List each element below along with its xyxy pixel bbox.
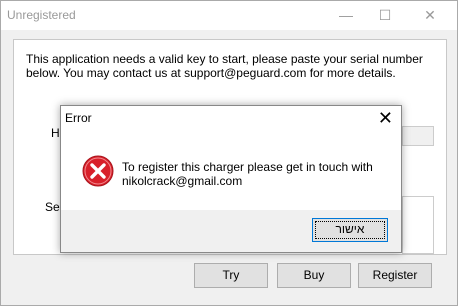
- title-bar[interactable]: Unregistered — ☐ ✕: [1, 1, 457, 30]
- register-button[interactable]: Register: [358, 263, 432, 288]
- serial-input[interactable]: [402, 196, 434, 254]
- try-button[interactable]: Try: [194, 263, 268, 288]
- hardware-id-field[interactable]: [402, 126, 434, 146]
- dialog-close-icon[interactable]: ✕: [378, 107, 393, 129]
- dialog-title: Error: [65, 111, 92, 125]
- maximize-icon[interactable]: ☐: [370, 5, 400, 25]
- close-icon[interactable]: ✕: [415, 5, 445, 25]
- dialog-body: To register this charger please get in t…: [61, 130, 401, 210]
- dialog-footer: אישור: [61, 210, 401, 252]
- buy-button[interactable]: Buy: [277, 263, 351, 288]
- instructions-text: This application needs a valid key to st…: [26, 52, 423, 80]
- error-icon: [82, 155, 114, 187]
- dialog-message: To register this charger please get in t…: [122, 160, 373, 188]
- minimize-icon[interactable]: —: [331, 5, 361, 25]
- ok-button[interactable]: אישור: [312, 218, 388, 242]
- ok-button-label: אישור: [335, 222, 365, 236]
- error-dialog: Error ✕ To register this charger please …: [60, 105, 402, 253]
- window-title: Unregistered: [7, 8, 76, 22]
